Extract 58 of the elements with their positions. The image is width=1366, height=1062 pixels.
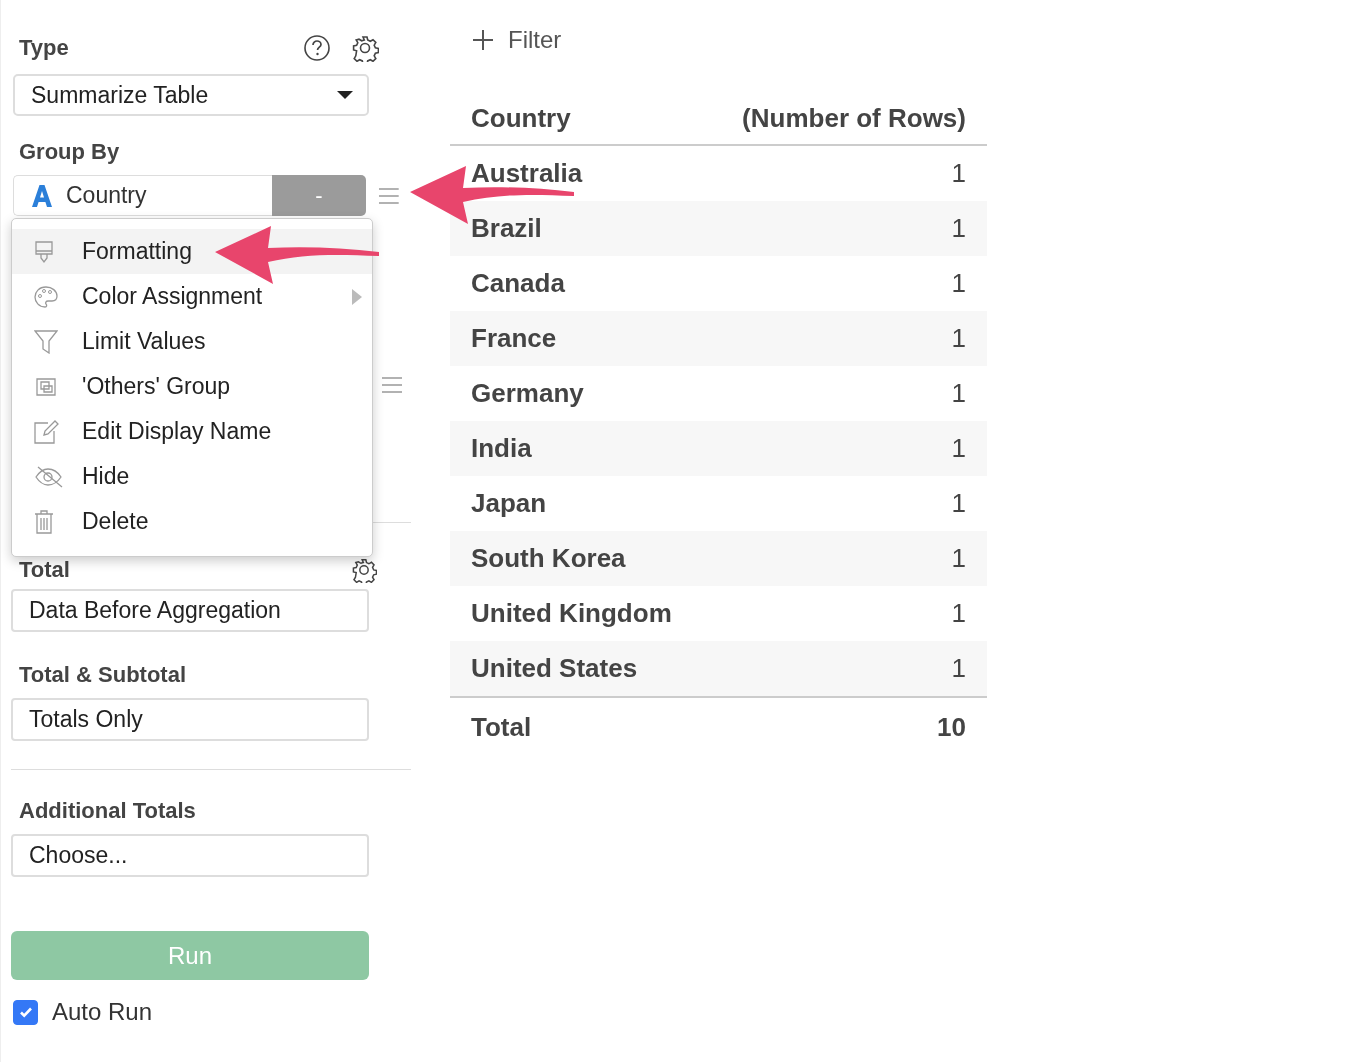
group-by-label: Group By: [19, 139, 121, 165]
settings-icon[interactable]: [351, 34, 379, 62]
table-cell: Brazil: [471, 213, 542, 244]
subtotal-select[interactable]: Totals Only: [11, 698, 369, 741]
menu-item[interactable]: Color Assignment: [12, 274, 372, 319]
type-label: Type: [19, 35, 69, 61]
total-label: Total: [471, 711, 532, 743]
table-cell: United Kingdom: [471, 598, 672, 629]
total-value: 10: [937, 711, 966, 743]
group-by-column-field[interactable]: Country: [13, 175, 272, 216]
type-select[interactable]: Summarize Table: [13, 74, 369, 116]
table-cell: 1: [951, 598, 966, 629]
column-header[interactable]: Country: [471, 102, 571, 134]
add-filter-button[interactable]: Filter: [450, 26, 562, 54]
total-select[interactable]: Data Before Aggregation: [11, 589, 369, 632]
group-icon: [34, 375, 58, 398]
table-cell: 1: [951, 268, 966, 299]
table-cell: India: [471, 433, 532, 464]
table-cell: 1: [951, 213, 966, 244]
plus-icon: [472, 29, 494, 51]
settings-icon[interactable]: [351, 557, 377, 583]
column-name: Country: [66, 182, 147, 209]
menu-item[interactable]: Edit Display Name: [12, 409, 372, 454]
table-cell: Germany: [471, 378, 584, 409]
table-cell: 1: [951, 158, 966, 189]
auto-run-checkbox[interactable]: [13, 999, 38, 1025]
table-cell: 1: [951, 543, 966, 574]
menu-item[interactable]: Hide: [12, 454, 372, 499]
submenu-arrow-icon: [352, 288, 362, 305]
menu-item[interactable]: Delete: [12, 499, 372, 544]
auto-run-label: Auto Run: [52, 998, 153, 1026]
menu-item[interactable]: Limit Values: [12, 319, 372, 364]
table-cell: Japan: [471, 488, 547, 519]
table-cell: 1: [951, 433, 966, 464]
total-subtotal-label: Total & Subtotal: [19, 662, 188, 688]
additional-totals-label: Additional Totals: [19, 798, 197, 824]
help-icon[interactable]: [303, 34, 331, 62]
additional-totals-field[interactable]: Choose...: [11, 834, 369, 877]
text-type-icon: [32, 184, 52, 207]
brush-icon: [34, 239, 54, 264]
hidden-eye-icon: [34, 464, 64, 489]
table-cell: 1: [951, 653, 966, 684]
table-cell: France: [471, 323, 557, 354]
pencil-edit-icon: [34, 419, 60, 444]
dropdown-caret-icon: [337, 90, 353, 100]
total-label: Total: [19, 557, 70, 583]
menu-item[interactable]: 'Others' Group: [12, 364, 372, 409]
table-cell: 1: [951, 378, 966, 409]
table-cell: Canada: [471, 268, 565, 299]
table-cell: Australia: [471, 158, 583, 189]
trash-icon: [34, 509, 54, 534]
funnel-icon: [34, 329, 58, 354]
column-header[interactable]: (Number of Rows): [742, 102, 966, 134]
palette-icon: [34, 285, 58, 308]
table-cell: 1: [951, 488, 966, 519]
table-cell: 1: [951, 323, 966, 354]
table-cell: South Korea: [471, 543, 626, 574]
table-cell: United States: [471, 653, 638, 684]
